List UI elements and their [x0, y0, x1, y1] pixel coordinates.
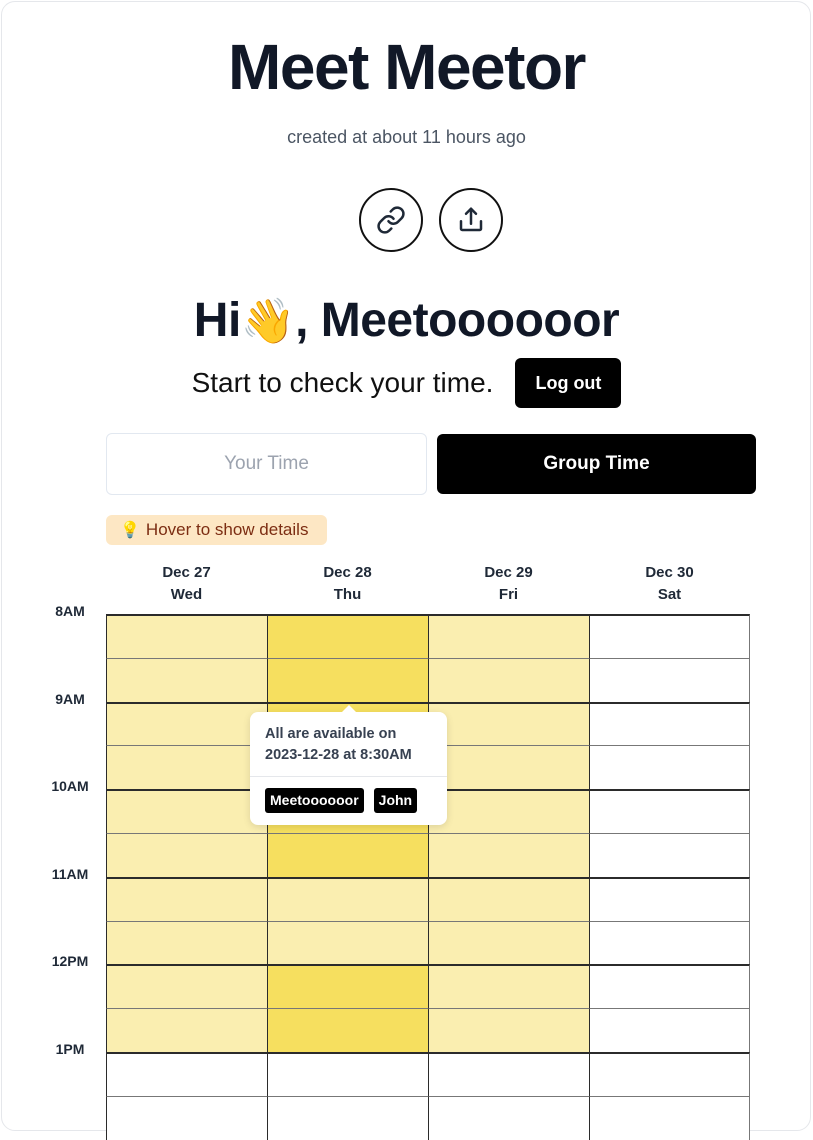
day-weekday: Wed — [170, 586, 203, 603]
prompt-text: Start to check your time. — [191, 367, 494, 398]
time-label: 8AM — [55, 603, 85, 619]
time-label: 10AM — [51, 778, 89, 795]
logout-button[interactable]: Log out — [515, 358, 622, 408]
time-slot-cell[interactable] — [267, 1095, 428, 1140]
time-slot-cell[interactable] — [267, 920, 428, 965]
time-slot-cell[interactable] — [428, 745, 589, 790]
tab-group-time[interactable]: Group Time — [437, 434, 756, 494]
time-slot-cell[interactable] — [589, 657, 750, 702]
event-title: Meet Meetor — [228, 31, 586, 103]
day-header: Dec 28 Thu — [267, 562, 428, 606]
time-slot-cell[interactable] — [106, 789, 267, 833]
time-slot-cell[interactable] — [267, 1008, 428, 1052]
time-slot-cell[interactable] — [267, 657, 428, 702]
time-label: 9AM — [55, 690, 85, 707]
prompt-row: Start to check your time. Log out — [0, 358, 813, 408]
time-slot-cell[interactable] — [589, 745, 750, 790]
time-slot-cell[interactable] — [589, 1095, 750, 1140]
time-slot-cell[interactable] — [106, 657, 267, 702]
time-slot-cell[interactable] — [267, 833, 428, 877]
copy-link-button[interactable] — [359, 188, 423, 252]
tab-your-time[interactable]: Your Time — [106, 433, 427, 495]
link-icon — [377, 206, 405, 234]
time-label: 11AM — [51, 865, 89, 882]
time-slot-cell[interactable] — [106, 1095, 267, 1140]
tooltip-participants: Meetoooooor John — [265, 788, 418, 813]
share-icon — [459, 207, 483, 232]
time-slot-cell[interactable] — [106, 614, 267, 658]
time-slot-cell[interactable] — [428, 614, 589, 658]
time-slot-cell[interactable] — [106, 876, 267, 921]
tooltip-divider — [250, 776, 447, 777]
time-slot-cell[interactable] — [428, 657, 589, 702]
time-slot-cell[interactable] — [428, 1095, 589, 1140]
time-slot-cell[interactable] — [589, 701, 750, 746]
time-slot-cell[interactable] — [106, 1008, 267, 1052]
day-header: Dec 29 Fri — [428, 562, 589, 606]
greeting-prefix: Hi — [193, 294, 242, 347]
day-header: Dec 30 Sat — [589, 562, 750, 606]
time-slot-cell[interactable] — [106, 1052, 267, 1096]
hint-text: Hover to show details — [145, 520, 309, 539]
time-slot-cell[interactable] — [428, 701, 589, 746]
lightbulb-icon: 💡 — [120, 522, 140, 539]
day-weekday: Sat — [657, 586, 682, 603]
time-slot-cell[interactable] — [106, 833, 267, 877]
time-slot-cell[interactable] — [428, 833, 589, 877]
availability-tooltip: All are available on 2023-12-28 at 8:30A… — [250, 705, 447, 825]
time-slot-cell[interactable] — [589, 833, 750, 877]
tooltip-text: All are available on 2023-12-28 at 8:30A… — [265, 724, 412, 766]
share-button[interactable] — [439, 188, 503, 252]
day-date: Dec 27 — [162, 564, 211, 581]
time-slot-cell[interactable] — [589, 920, 750, 965]
time-slot-cell[interactable] — [267, 964, 428, 1009]
day-header: Dec 27 Wed — [106, 562, 267, 606]
hover-hint-badge: 💡 Hover to show details — [106, 515, 327, 545]
participant-tag: John — [373, 788, 418, 813]
time-slot-cell[interactable] — [589, 876, 750, 921]
time-label: 1PM — [55, 1041, 85, 1057]
wave-icon: 👋 — [240, 297, 296, 346]
day-weekday: Thu — [333, 586, 362, 603]
greeting-username: , Meetoooooor — [295, 294, 620, 347]
time-slot-cell[interactable] — [428, 964, 589, 1009]
time-slot-cell[interactable] — [589, 789, 750, 833]
time-slot-cell[interactable] — [589, 614, 750, 658]
time-slot-cell[interactable] — [428, 920, 589, 965]
time-slot-cell[interactable] — [428, 876, 589, 921]
time-slot-cell[interactable] — [589, 964, 750, 1009]
time-slot-cell[interactable] — [589, 1008, 750, 1052]
tooltip-line2: 2023-12-28 at 8:30AM — [265, 747, 412, 763]
day-date: Dec 30 — [645, 564, 694, 581]
time-slot-cell[interactable] — [106, 964, 267, 1009]
day-weekday: Fri — [498, 586, 519, 603]
created-at-text: created at about 11 hours ago — [287, 127, 526, 147]
day-date: Dec 28 — [323, 564, 372, 581]
time-slot-cell[interactable] — [428, 789, 589, 833]
day-date: Dec 29 — [484, 564, 533, 581]
time-slot-cell[interactable] — [106, 745, 267, 790]
time-slot-cell[interactable] — [428, 1052, 589, 1096]
greeting-heading: Hi👋, Meetoooooor — [0, 293, 813, 348]
tooltip-line1: All are available on — [265, 726, 397, 742]
time-slot-cell[interactable] — [267, 1052, 428, 1096]
time-slot-cell[interactable] — [267, 876, 428, 921]
time-slot-cell[interactable] — [106, 920, 267, 965]
time-slot-cell[interactable] — [267, 614, 428, 658]
participant-tag: Meetoooooor — [265, 788, 364, 813]
time-slot-cell[interactable] — [106, 701, 267, 746]
time-label: 12PM — [51, 953, 89, 970]
time-slot-cell[interactable] — [589, 1052, 750, 1096]
time-slot-cell[interactable] — [428, 1008, 589, 1052]
